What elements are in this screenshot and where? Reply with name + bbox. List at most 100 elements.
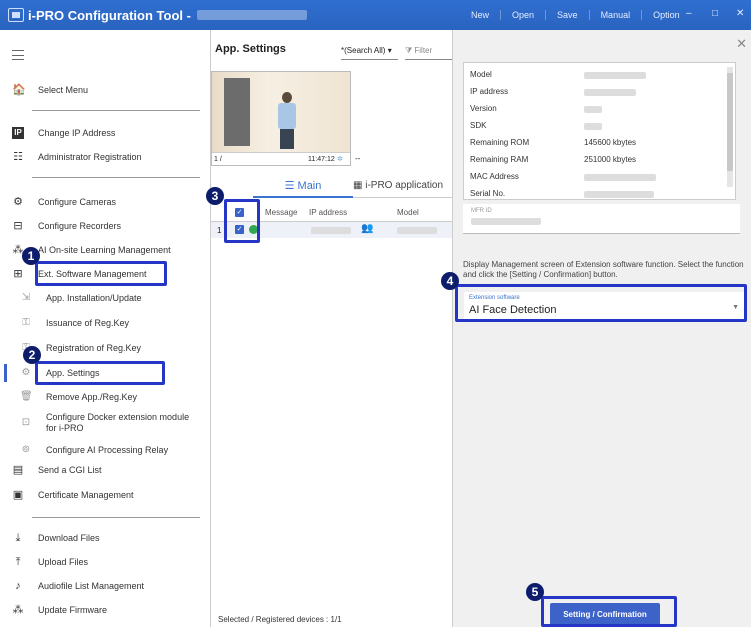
cgi-icon: ▤ — [12, 464, 24, 476]
info-label-ip: IP address — [470, 87, 509, 96]
column-model: Model — [397, 208, 419, 217]
step-badge-2: 2 — [23, 346, 41, 364]
filter-input[interactable]: ⧩ Filter — [405, 42, 453, 60]
step-badge-1: 1 — [22, 247, 40, 265]
serial-value-redacted — [584, 191, 654, 198]
docker-icon: ⊡ — [21, 417, 31, 428]
sidebar-divider — [32, 110, 200, 111]
device-info-card: Model IP address Version SDK Remaining R… — [463, 62, 736, 200]
sidebar-item-label: Upload Files — [38, 557, 89, 567]
description-text: Display Management screen of Extension s… — [463, 260, 744, 279]
maximize-button[interactable]: □ — [712, 8, 718, 19]
camera-status-bar: 1 / 11:47:12 ✲ — [212, 152, 350, 165]
upload-icon: ⤒ — [15, 556, 21, 568]
remove-app-icon: 🗑 — [20, 391, 33, 402]
highlight-box-2 — [35, 361, 165, 385]
camera-time: 11:47:12 — [308, 156, 335, 163]
sidebar-item-label: AI On-site Learning Management — [38, 245, 171, 255]
tab-main-label: Main — [297, 180, 322, 192]
selected-indicator — [4, 364, 7, 382]
relay-icon: ⊚ — [21, 444, 31, 455]
page-title: App. Settings — [215, 43, 286, 55]
model-value-redacted — [584, 72, 646, 79]
app-settings-icon: ⚙ — [21, 367, 31, 378]
sidebar-item-label: Configure Recorders — [38, 221, 122, 231]
camera-image-door — [224, 78, 250, 146]
sidebar-item-label: Download Files — [38, 533, 100, 543]
close-window-button[interactable]: ✕ — [736, 8, 744, 19]
app-grid-icon: ▦ — [353, 180, 366, 191]
camera-preview: 1 / 11:47:12 ✲ — [211, 71, 351, 166]
mfr-id-field: MFR ID — [463, 204, 740, 234]
key-issue-icon: ⚿ — [22, 317, 30, 328]
chevron-down-icon: ▾ — [387, 46, 392, 55]
menu-open[interactable]: Open — [500, 10, 545, 20]
ip-value-redacted — [584, 89, 636, 96]
sidebar-divider — [32, 177, 200, 178]
menu-bar: New Open Save Manual Option — [460, 0, 691, 30]
camera-refresh-icon[interactable]: ✲ — [337, 153, 343, 165]
app-title: i-PRO Configuration Tool - — [28, 7, 191, 23]
camera-image-person — [278, 103, 296, 129]
info-label-sdk: SDK — [470, 121, 487, 130]
row-index: 1 — [217, 226, 222, 235]
sdk-value-redacted — [584, 123, 602, 130]
sidebar-item-label: Configure Cameras — [38, 197, 117, 207]
mfr-id-redacted — [471, 218, 541, 225]
filter-icon: ⧩ — [405, 46, 413, 55]
sidebar-item-label: Configure AI Processing Relay — [46, 445, 169, 455]
detail-panel: ✕ Model IP address Version SDK Remaining… — [452, 30, 751, 627]
info-scrollbar[interactable] — [727, 67, 733, 187]
sidebar-item-label: Update Firmware — [38, 605, 108, 615]
firmware-icon: ⁂ — [12, 604, 24, 616]
mfr-id-label: MFR ID — [471, 208, 492, 214]
sidebar-item-label: Audiofile List Management — [38, 581, 145, 591]
step-badge-5: 5 — [526, 583, 544, 601]
model-redacted — [397, 227, 437, 234]
info-label-serial: Serial No. — [470, 189, 506, 198]
sidebar-item-label: Configure Docker extension module — [46, 412, 190, 422]
camera-dash: -- — [355, 154, 361, 163]
home-icon: 🏠 — [12, 84, 26, 96]
search-scope-dropdown[interactable]: *(Search All) ▾ — [341, 42, 398, 60]
column-message: Message — [265, 208, 298, 217]
ext-software-icon: ⊞ — [13, 268, 23, 280]
sidebar-item-label: Registration of Reg.Key — [46, 343, 142, 353]
tab-main[interactable]: ☰ Main — [253, 176, 353, 198]
tab-ipro-application[interactable]: ▦ i-PRO application — [353, 176, 453, 198]
tab-ipro-label: i-PRO application — [365, 180, 444, 191]
menu-option[interactable]: Option — [641, 10, 691, 20]
highlight-box-3 — [224, 199, 260, 243]
camera-settings-icon: ⚙ — [13, 196, 23, 208]
title-bar: i-PRO Configuration Tool - New Open Save… — [0, 0, 751, 30]
ip-icon: IP — [12, 127, 24, 139]
download-icon: ⤓ — [15, 532, 21, 544]
hamburger-menu-icon[interactable] — [12, 50, 24, 60]
version-value-redacted — [584, 106, 602, 113]
tabs: ☰ Main ▦ i-PRO application — [253, 176, 453, 198]
sidebar-item-label-line2: for i-PRO — [46, 423, 84, 433]
device-list-panel: App. Settings *(Search All) ▾ ⧩ Filter 1… — [210, 30, 453, 627]
menu-save[interactable]: Save — [545, 10, 589, 20]
menu-manual[interactable]: Manual — [588, 10, 642, 20]
info-scrollbar-thumb[interactable] — [727, 73, 733, 171]
search-scope-value: *(Search All) — [341, 46, 386, 55]
sidebar-divider — [32, 517, 200, 518]
sidebar: 🏠 Select Menu IP Change IP Address ☷ Adm… — [0, 30, 210, 627]
sidebar-item-label: Administrator Registration — [38, 152, 142, 162]
mac-value-redacted — [584, 174, 656, 181]
camera-image-person — [280, 129, 294, 149]
app-install-icon: ⇲ — [21, 292, 31, 303]
highlight-box-1 — [35, 261, 167, 286]
info-label-model: Model — [470, 70, 492, 79]
highlight-box-5 — [541, 596, 677, 627]
camera-channel: 1 / — [214, 156, 222, 163]
info-label-ram: Remaining RAM — [470, 155, 529, 164]
close-icon[interactable]: ✕ — [736, 36, 747, 52]
recorder-icon: ⊟ — [13, 220, 23, 232]
title-redacted — [196, 10, 307, 20]
minimize-button[interactable]: – — [686, 8, 692, 19]
menu-new[interactable]: New — [460, 10, 500, 20]
filter-placeholder: Filter — [414, 46, 433, 55]
rom-value: 145600 kbytes — [584, 138, 637, 147]
